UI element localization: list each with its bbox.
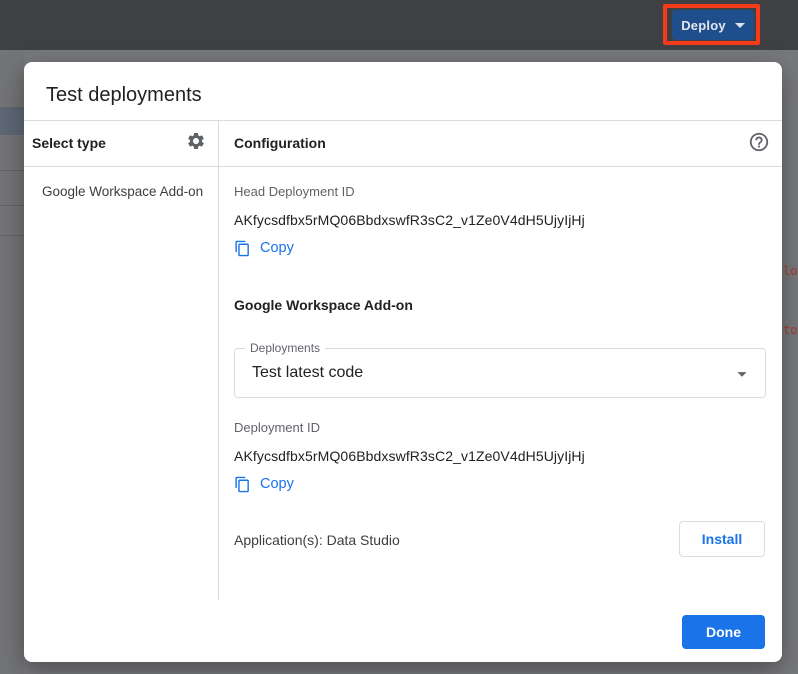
deployment-id-value: AKfycsdfbx5rMQ06BbdxswfR3sC2_v1Ze0V4dH5U… (234, 448, 585, 464)
chevron-down-icon (731, 363, 753, 385)
dialog-title: Test deployments (46, 84, 202, 107)
screen: lo to Deploy Test deployments Select typ… (0, 0, 798, 674)
copy-label: Copy (260, 476, 294, 492)
addon-section-title: Google Workspace Add-on (234, 297, 413, 313)
applications-label: Application(s): Data Studio (234, 532, 400, 548)
divider (24, 166, 782, 167)
divider (0, 235, 24, 236)
divider (0, 205, 24, 206)
code-fragment: to (783, 323, 797, 337)
divider (24, 120, 782, 121)
done-button[interactable]: Done (682, 615, 765, 649)
install-button[interactable]: Install (679, 521, 765, 557)
select-type-header: Select type (32, 135, 106, 151)
copy-icon (234, 476, 251, 493)
copy-deployment-id-button[interactable]: Copy (234, 474, 294, 494)
configuration-header: Configuration (234, 135, 326, 151)
code-fragment: lo (783, 264, 797, 278)
gear-icon[interactable] (185, 131, 207, 153)
help-icon-glyph (748, 131, 770, 153)
copy-label: Copy (260, 240, 294, 256)
deployments-select[interactable]: Deployments Test latest code (234, 348, 766, 398)
deployment-id-label: Deployment ID (234, 420, 320, 435)
copy-icon (234, 240, 251, 257)
gear-icon-glyph (186, 131, 206, 151)
vertical-divider (218, 120, 219, 600)
annotation-highlight-rectangle (663, 4, 760, 45)
head-deployment-id-value: AKfycsdfbx5rMQ06BbdxswfR3sC2_v1Ze0V4dH5U… (234, 212, 585, 228)
deployment-type-item-google-workspace-addon[interactable]: Google Workspace Add-on (42, 183, 210, 201)
dimmed-code-editor-edge: lo to (782, 50, 798, 674)
deployments-select-value: Test latest code (252, 349, 363, 397)
copy-head-deployment-id-button[interactable]: Copy (234, 238, 294, 258)
divider (0, 170, 24, 171)
dimmed-selected-row (0, 107, 24, 135)
dimmed-left-sidebar (0, 50, 24, 674)
test-deployments-dialog: Test deployments Select type Configurati… (24, 62, 782, 662)
help-icon[interactable] (748, 131, 770, 153)
head-deployment-id-label: Head Deployment ID (234, 184, 355, 199)
